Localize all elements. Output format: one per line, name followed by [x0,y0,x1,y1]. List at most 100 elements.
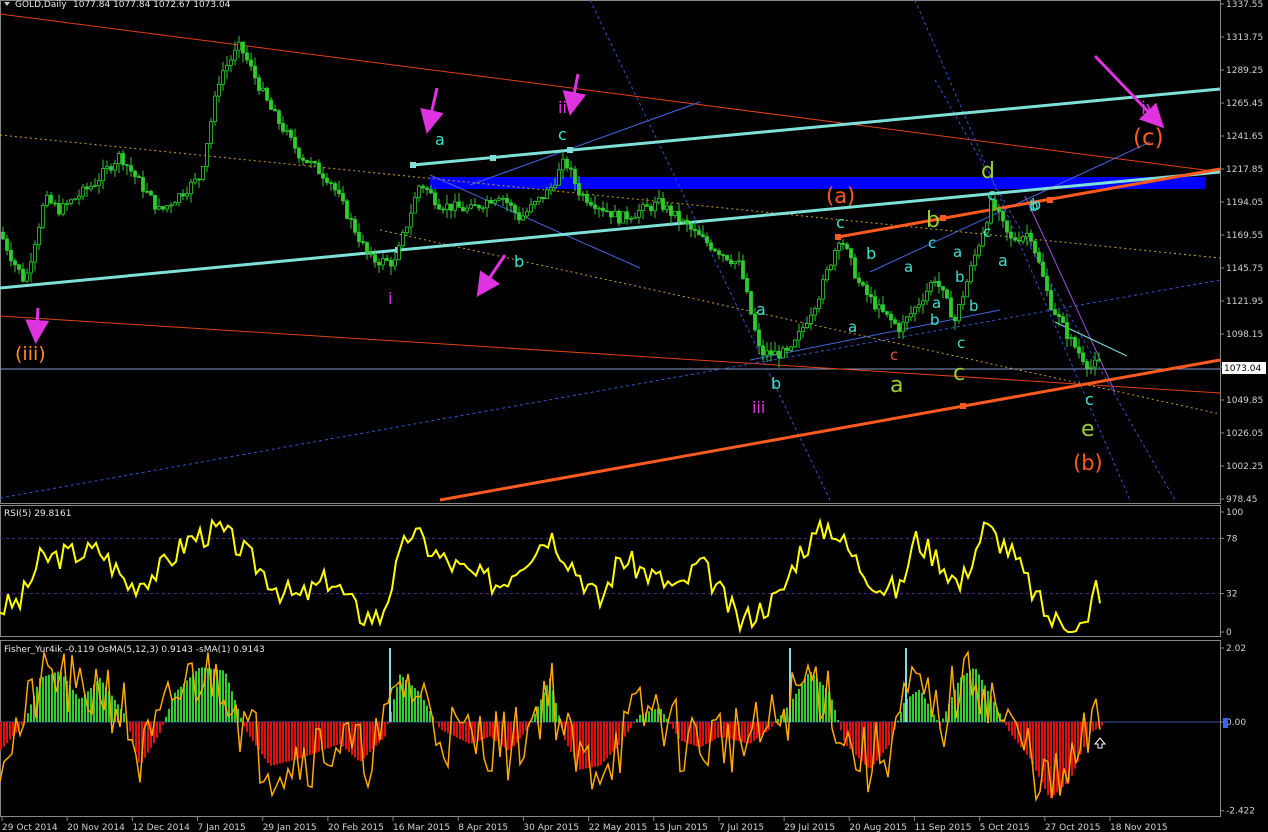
candle-body [33,244,37,263]
candle-body [1057,314,1061,318]
candle-body [1097,359,1101,362]
candle-body [621,211,625,224]
candle-body [397,245,401,261]
candle-body [1065,322,1069,339]
candle-body [781,347,785,359]
candle-body [29,261,33,274]
candle-body [141,177,145,192]
time-tick-label: 20 Feb 2015 [328,823,384,832]
price-tick-label: 1217.85 [1226,165,1263,175]
candle-body [797,331,801,341]
candle-body [937,280,941,287]
candle-body [21,268,25,282]
price-tick-label: 1289.25 [1226,66,1263,76]
rsi-tick-label: 78 [1226,534,1238,544]
wave-label: iii [752,398,765,417]
candle-body [217,83,221,97]
candle-body [633,216,637,219]
time-tick-label: 7 Jul 2015 [719,823,764,832]
candle-body [585,194,589,203]
candle-body [357,231,361,242]
candle-body [541,196,545,200]
chart-window[interactable]: GOLD,Daily 1077.84 1077.84 1072.67 1073.… [0,0,1268,832]
price-tick-label: 1313.75 [1226,33,1263,43]
candle-body [625,211,629,220]
candle-body [237,41,241,51]
candle-body [845,243,849,250]
candle-body [161,206,165,210]
candle-body [853,257,857,279]
candle-body [501,197,505,200]
candle-body [709,242,713,250]
candle-body [73,198,77,201]
purple-line [1024,195,1116,393]
candle-body [773,350,777,356]
osc-handle[interactable] [1223,718,1228,728]
candle-body [465,207,469,212]
candle-body [877,304,881,310]
wave-label: b [866,244,876,263]
candle-body [1085,361,1089,369]
candle-body [153,194,157,210]
candle-body [453,201,457,211]
candle-body [265,87,269,101]
candle-body [881,304,885,312]
candle-body [969,265,973,283]
fisher-line [0,650,1101,803]
wave-label: d [981,159,995,184]
candle-body [121,153,125,166]
candle-body [353,218,357,233]
candle-body [253,65,257,79]
candle-body [149,190,153,196]
candle-body [409,212,413,228]
candle-body [925,290,929,302]
candle-body [9,249,13,262]
wave-label: c [558,125,567,144]
candle-body [381,258,385,266]
candle-body [201,165,205,180]
candle-body [909,313,913,318]
time-tick-label: 8 Apr 2015 [458,823,508,832]
candle-body [821,279,825,300]
candle-body [145,190,149,193]
candle-body [921,300,925,306]
candle-body [529,204,533,213]
candle-body [1041,261,1045,277]
candle-body [593,204,597,209]
candle-body [385,258,389,261]
candle-body [345,200,349,219]
candle-body [589,202,593,206]
candle-body [809,314,813,324]
candle-body [685,219,689,225]
candle-body [337,189,341,194]
current-price-marker: 1073.04 [1222,362,1266,374]
time-tick-label: 18 Nov 2015 [1110,823,1168,832]
candle-body [673,210,677,216]
candle-body [309,161,313,164]
candle-body [289,129,293,138]
candle-body [533,201,537,206]
candle-body [1013,237,1017,241]
candle-body [949,297,953,318]
candle-body [133,170,137,177]
candle-body [109,166,113,171]
wave-label: b [1031,195,1041,214]
orange-lower-trendline [439,358,1221,502]
candle-body [553,184,557,188]
candle-body [1073,337,1077,348]
blue-dashed-line [0,279,1221,499]
candle-body [889,313,893,321]
candle-body [849,248,853,259]
price-tick-label: 1002.25 [1226,462,1263,472]
candle-body [893,319,897,324]
wave-label: i [388,289,392,308]
candle-body [521,215,525,221]
candle-body [233,49,237,61]
candle-body [281,123,285,132]
candle-body [1001,211,1005,222]
candle-body [617,210,621,224]
candle-body [901,321,905,333]
current-price-label: 1073.04 [1224,364,1261,374]
main-pane-frame [0,0,1221,504]
candle-body [221,70,225,85]
